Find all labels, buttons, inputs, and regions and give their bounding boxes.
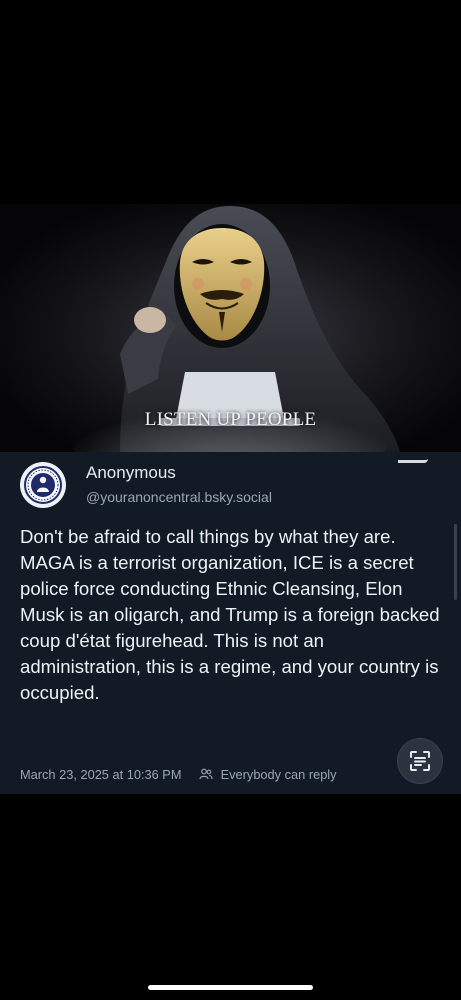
avatar[interactable] [20, 462, 66, 508]
anonymous-emblem-icon [24, 466, 62, 504]
people-icon [199, 768, 213, 783]
post-meta: March 23, 2025 at 10:36 PM Everybody can… [20, 767, 337, 783]
hero-caption: LISTEN UP PEOPLE [144, 409, 317, 430]
drag-handle-icon [398, 454, 428, 463]
hero-image: LISTEN UP PEOPLE [0, 204, 461, 452]
author-name[interactable]: Anonymous [86, 463, 176, 483]
home-indicator[interactable] [148, 985, 313, 990]
text-scan-button[interactable] [398, 739, 442, 783]
author-handle[interactable]: @youranoncentral.bsky.social [86, 489, 272, 505]
text-scan-icon [410, 751, 430, 771]
post-text: Don't be afraid to call things by what t… [20, 526, 440, 703]
reply-setting[interactable]: Everybody can reply [221, 767, 337, 782]
post-timestamp: March 23, 2025 at 10:36 PM [20, 767, 182, 782]
scrollbar[interactable] [454, 524, 457, 600]
